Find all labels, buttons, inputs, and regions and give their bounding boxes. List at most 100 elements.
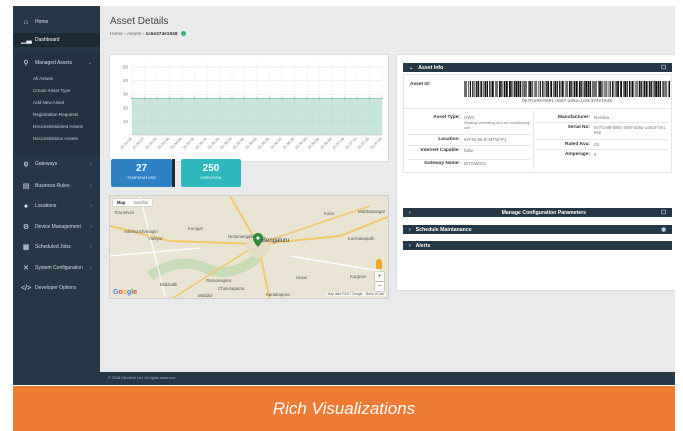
divider [408,134,530,135]
map-tab-map[interactable]: Map [113,199,129,206]
map-label: Tirunelveli [114,210,134,215]
vibration-tile[interactable]: 250 VIBRATION [181,159,241,187]
sidebar-item-device-management[interactable]: ⚙ Device Management › [13,220,100,234]
x-tick-label: 15:36:06 [257,137,270,150]
sidebar-item-label: Device Management [35,224,81,230]
temperature-tile[interactable]: 27 TEMPERATURE [111,159,172,187]
amperage-label: Amperage: [564,152,590,157]
submenu-registration-requests[interactable]: Registration Requests [33,112,78,117]
chart-icon: ▁▃ [21,37,32,44]
y-tick-label: 10 [123,119,128,124]
sidebar-item-label: Locations [35,203,57,209]
y-tick-label: 20 [123,105,128,110]
app-window: ⌂ Home ▁▃ Dashboard ⚲ Managed Assets ⌄ A… [13,6,675,385]
sidebar-item-developer-options[interactable]: </> Developer Options [13,281,100,295]
asset-type-description: Heating ventilating and air conditioning… [464,121,530,130]
asset-id-value: 0e7fce99-b891-4b87-a55a-1c6e374e1948 [522,99,612,104]
internet-capable-value: false [464,148,474,153]
home-icon: ⌂ [23,18,29,26]
map-label: Bengaluru [262,238,290,244]
status-badge [180,31,186,36]
data-point [306,97,308,100]
x-tick-label: 15:35:06 [182,137,195,150]
submenu-decommissioned-assets[interactable]: Decommissioned Assets [33,124,83,129]
zoom-in-button[interactable]: + [375,272,384,281]
breadcrumb: Home › Assets › 1c6e374e1948 [110,31,186,37]
map-tab-satellite[interactable]: Satellite [129,199,152,206]
data-point [193,97,196,100]
amperage-value: 5 [594,152,597,157]
submenu-create-asset-type[interactable]: Create Asset Type [33,88,70,93]
map-label: Ramanagara [206,278,232,283]
schedule-maintenance-header[interactable]: › Schedule Maintanance ◉ [403,225,672,234]
sensor-chart-card: 10 20 30 40 50 15:34:16 15:34:27 15:34:36 15:34:… [109,54,389,162]
expand-icon[interactable]: ☐ [661,65,666,71]
expand-icon[interactable]: ☐ [661,210,666,216]
chevron-right-icon: › [409,209,411,216]
sidebar-item-system-configuration[interactable]: ✕ System Configuration › [13,261,100,275]
data-point [368,97,371,100]
data-point [143,97,146,100]
map-label: Maddur [198,293,213,298]
asset-info-header[interactable]: ⌄ Asset Info ☐ [403,63,672,72]
code-icon: </> [21,284,32,292]
sidebar-item-scheduled-jobs[interactable]: ▦ Scheduled Jobs › [13,240,100,254]
schedule-maintenance-title: Schedule Maintanance [415,226,472,233]
chevron-right-icon: › [409,226,411,233]
asset-info-box: Asset Id: 0e7fce99-b891-4b87-a55a-1c6e37… [403,74,672,173]
divider [404,108,671,109]
vibration-label: VIBRATION [200,176,222,180]
map-attribution[interactable]: Map data ©2017 Google · Terms of Use [325,292,386,296]
submenu-add-new-asset[interactable]: Add New Asset [33,100,64,105]
map-label: Yadiyur [148,236,163,241]
calendar-icon: ▦ [22,244,30,251]
map-label: Adishunchanagiri [124,229,158,234]
pegman-icon[interactable] [376,259,382,269]
breadcrumb-home[interactable]: Home [110,32,123,37]
data-point [168,97,171,100]
chevron-right-icon: › [90,203,92,209]
submenu-all-assets[interactable]: All Assets [33,76,53,81]
divider [536,139,668,140]
rated-kva-value: 25 [594,142,600,147]
asset-panel: ⌄ Asset Info ☐ Asset Id: 0e7fce99-b891-4… [396,54,675,291]
asset-id-barcode [464,81,670,97]
rules-icon: ▤ [22,183,30,190]
sidebar-item-business-rules[interactable]: ▤ Business Rules › [13,179,100,193]
manage-configuration-header[interactable]: › Manage Configuration Parameters ☐ [403,208,672,217]
sidebar-item-dashboard[interactable]: ▁▃ Dashboard [13,33,100,47]
map-label: Kunigal [188,226,203,231]
tools-icon: ✕ [23,265,29,272]
internet-capable-label: Internet Capable: [420,148,460,153]
map-label: Kanakapura [266,292,290,297]
x-tick-label: 15:34:16 [119,137,132,150]
manufacturer-label: Manufacturer: [558,115,590,120]
caption-banner: Rich Visualizations [13,386,675,431]
y-tick-label: 40 [123,78,128,83]
divider [533,111,534,169]
gateway-name-label: Gateway Name: [424,161,460,166]
sidebar-item-home[interactable]: ⌂ Home [13,15,100,29]
alerts-title: Alerts [415,242,431,249]
data-point [243,97,246,100]
settings-icon[interactable]: ◉ [661,227,666,233]
data-point [381,97,383,100]
location-map[interactable]: Map Satellite Tirunelveli Kolar Mahbubna… [109,195,389,299]
breadcrumb-assets[interactable]: Assets [127,32,141,37]
sidebar-item-managed-assets[interactable]: ⚲ Managed Assets ⌄ [13,56,100,70]
data-point [218,97,221,100]
alerts-header[interactable]: › Alerts [403,241,672,250]
map-roads [110,196,388,298]
gateway-name-value: MTGW001 [464,161,487,166]
sidebar-item-gateways[interactable]: ψ Gateways › [13,157,100,171]
zoom-out-button[interactable]: − [375,282,384,291]
sidebar-item-locations[interactable]: ● Locations › [13,199,100,213]
x-tick-label: 15:37:06 [332,137,345,150]
location-icon: ● [23,202,29,210]
data-point [356,97,358,100]
x-tick-label: 15:37:26 [357,137,370,150]
submenu-decommission-assets[interactable]: Decommission Assets [33,136,78,141]
page-title: Asset Details [110,16,169,27]
y-tick-label: 30 [123,92,128,97]
rated-kva-label: Rated Kva: [564,142,590,147]
